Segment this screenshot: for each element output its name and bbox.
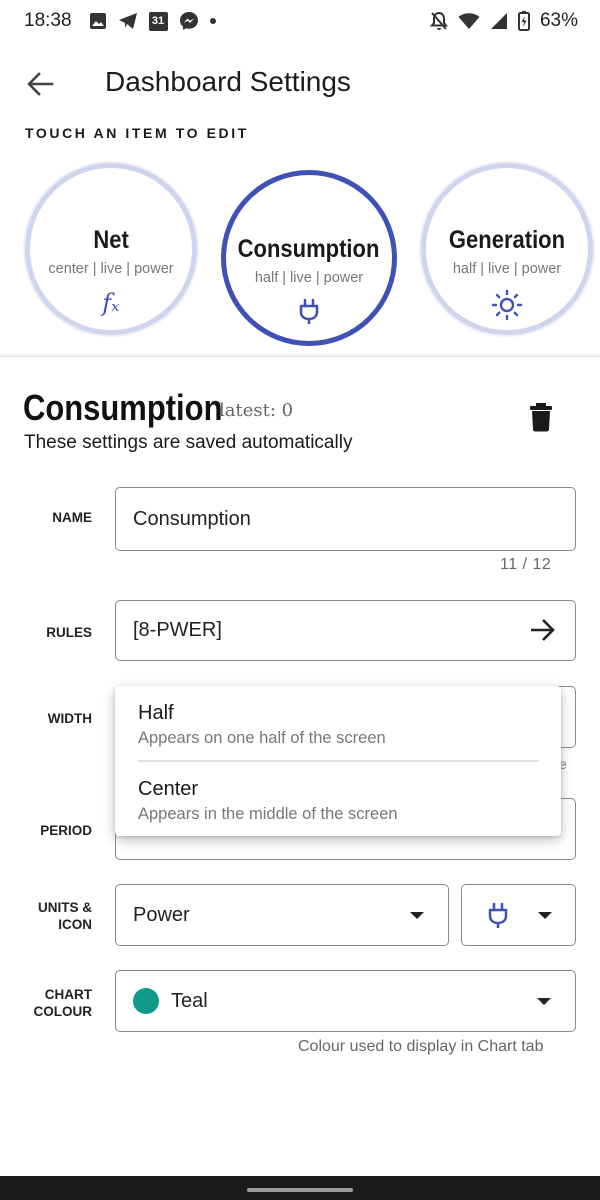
status-bar: 18:38 31 63% [0,0,600,42]
name-value: Consumption [133,507,251,530]
name-input[interactable]: Consumption [115,487,576,551]
units-icon-label: UNITS & ICON [38,900,92,932]
telegram-icon [118,12,138,30]
gallery-icon [89,12,107,30]
icon-select[interactable] [461,884,576,946]
page-title: Dashboard Settings [105,66,351,97]
trash-icon [530,403,552,432]
rules-field[interactable]: [8-PWER] [115,600,576,661]
name-label: NAME [52,510,92,525]
option-description: Appears on one half of the screen [138,729,386,747]
back-button[interactable] [24,68,56,100]
saved-note: These settings are saved automatically [24,432,353,453]
app-bar: Dashboard Settings [0,52,600,114]
status-time: 18:38 [24,10,72,31]
bell-off-icon [429,11,448,31]
system-nav-bar [0,1176,600,1200]
item-net[interactable]: Net center | live | power fₓ [25,163,197,335]
item-title: Generation [448,226,566,254]
menu-option-half[interactable]: Half Appears on one half of the screen [115,686,561,760]
colour-helper-text: Colour used to display in Chart tab [298,1038,544,1055]
plug-icon [298,298,320,326]
colour-select[interactable]: Teal [115,970,576,1032]
rules-label: RULES [46,625,92,640]
item-title: Consumption [238,235,380,263]
width-dropdown-menu: Half Appears on one half of the screen C… [115,686,561,836]
signal-icon [490,12,508,30]
more-notifications-dot [209,18,216,24]
plug-icon [488,902,508,928]
battery-percent: 63% [539,10,578,31]
sun-icon [491,289,523,321]
wifi-icon [458,12,480,30]
delete-button[interactable] [526,401,556,433]
item-title: Net [93,226,129,254]
instruction-subtitle: TOUCH AN ITEM TO EDIT [25,125,249,141]
units-select[interactable]: Power [115,884,449,946]
latest-value: latest: 0 [219,400,294,421]
name-counter: 11 / 12 [500,556,552,573]
chevron-down-icon [537,998,551,1005]
width-label: WIDTH [47,711,92,726]
units-value: Power [133,903,190,926]
fx-icon: fₓ [102,289,120,317]
home-gesture-handle[interactable] [247,1188,353,1192]
rules-value: [8-PWER] [133,619,222,641]
editor-title: Consumption [23,387,223,428]
arrow-back-icon [27,72,54,96]
calendar-icon: 31 [148,11,168,31]
arrow-forward-icon [531,619,555,641]
menu-option-center[interactable]: Center Appears in the middle of the scre… [115,762,561,836]
chevron-down-icon [538,912,552,919]
colour-swatch [133,988,159,1014]
item-subtitle: half | live | power [452,261,562,277]
item-subtitle: center | live | power [48,261,174,277]
chart-colour-label: CHART COLOUR [33,987,93,1019]
option-title: Half [138,702,174,724]
chevron-down-icon [410,912,424,919]
item-generation[interactable]: Generation half | live | power [421,163,593,335]
option-title: Center [138,778,199,800]
period-label: PERIOD [40,823,92,838]
item-consumption[interactable]: Consumption half | live | power [221,170,397,346]
colour-value: Teal [171,989,208,1012]
battery-icon [517,11,530,31]
messenger-icon [179,11,199,31]
option-description: Appears in the middle of the screen [138,805,398,823]
item-subtitle: half | live | power [254,270,364,286]
